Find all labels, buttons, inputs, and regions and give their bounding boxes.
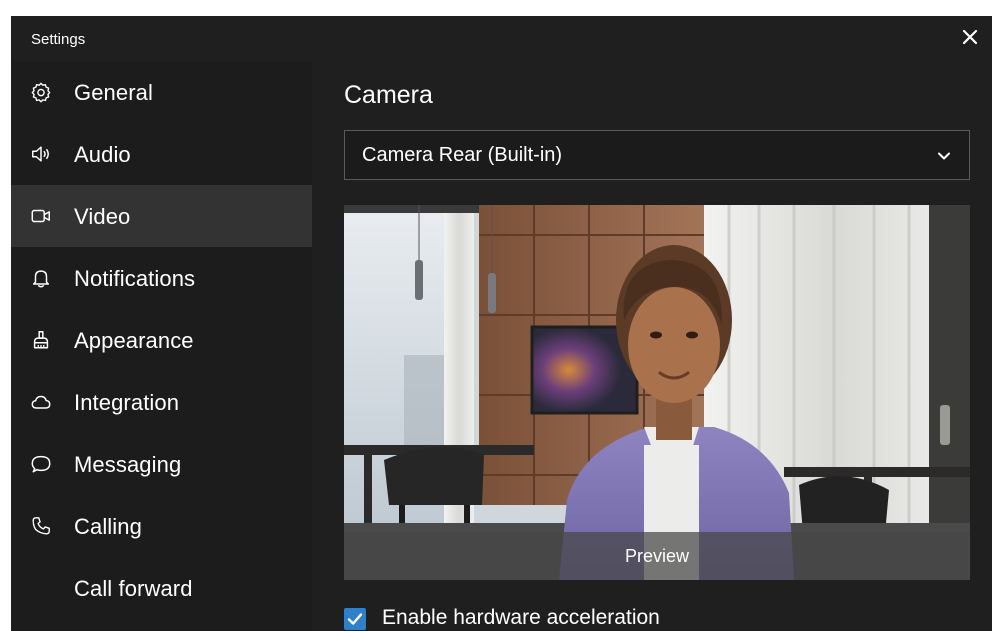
camera-select[interactable]: Camera Rear (Built-in) xyxy=(344,130,970,180)
sidebar-item-general[interactable]: General xyxy=(11,61,312,123)
sidebar-item-call-forward[interactable]: Call forward xyxy=(11,557,312,619)
sidebar-item-label: Appearance xyxy=(74,328,194,353)
sidebar-item-appearance[interactable]: Appearance xyxy=(11,309,312,371)
hardware-acceleration-label: Enable hardware acceleration xyxy=(382,606,660,629)
sidebar-item-label: Calling xyxy=(74,514,142,539)
title-bar: Settings xyxy=(11,16,992,61)
window-title: Settings xyxy=(31,31,86,48)
sidebar-item-notifications[interactable]: Notifications xyxy=(11,247,312,309)
bell-icon xyxy=(32,270,50,288)
sidebar-item-messaging[interactable]: Messaging xyxy=(11,433,312,495)
sidebar-item-audio[interactable]: Audio xyxy=(11,123,312,185)
sidebar-item-label: Video xyxy=(74,204,131,229)
settings-sidebar: General Audio Video Notifications Appear… xyxy=(11,61,312,631)
section-title: Camera xyxy=(344,81,433,109)
video-camera-icon xyxy=(31,209,50,223)
sidebar-item-label: Notifications xyxy=(74,266,196,291)
sidebar-item-label: Integration xyxy=(74,390,180,415)
camera-preview-image xyxy=(344,205,970,580)
chevron-down-icon xyxy=(938,152,950,160)
sidebar-item-video[interactable]: Video xyxy=(11,185,312,247)
chat-bubble-icon xyxy=(31,455,51,473)
hardware-acceleration-option[interactable]: Enable hardware acceleration xyxy=(344,606,844,631)
checkmark-icon xyxy=(347,613,363,625)
settings-window: Settings General Audio Video Notificatio… xyxy=(11,16,992,631)
video-settings-panel: Camera Camera Rear (Built-in) Preview En… xyxy=(312,61,992,631)
camera-select-value: Camera Rear (Built-in) xyxy=(362,144,563,166)
cloud-icon xyxy=(31,395,51,409)
sidebar-item-integration[interactable]: Integration xyxy=(11,371,312,433)
brush-icon xyxy=(33,331,49,349)
gear-icon xyxy=(31,82,51,103)
sidebar-item-label: Messaging xyxy=(74,452,182,477)
close-icon[interactable] xyxy=(958,25,982,49)
preview-label: Preview xyxy=(624,546,690,566)
camera-preview: Preview xyxy=(344,205,970,580)
sidebar-item-label: Call forward xyxy=(74,576,193,601)
speaker-icon xyxy=(32,146,49,162)
hardware-acceleration-checkbox[interactable] xyxy=(344,608,366,630)
sidebar-item-calling[interactable]: Calling xyxy=(11,495,312,557)
phone-icon xyxy=(32,517,50,535)
sidebar-item-label: Audio xyxy=(74,142,131,167)
sidebar-item-label: General xyxy=(74,80,153,105)
preview-label-bar: Preview xyxy=(344,532,970,580)
